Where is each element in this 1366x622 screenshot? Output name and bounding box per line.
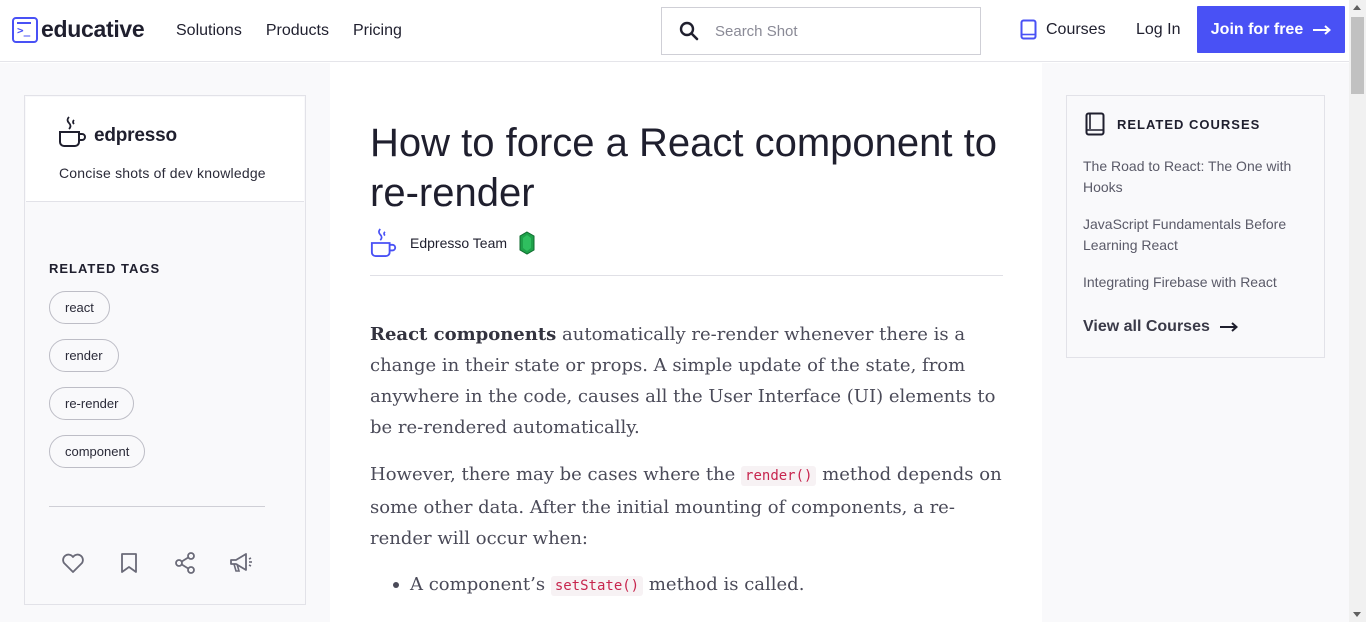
search-input[interactable] — [715, 22, 955, 40]
sidebar-divider — [49, 506, 265, 507]
scroll-up-arrow-icon[interactable] — [1353, 5, 1361, 10]
edpresso-tagline: Concise shots of dev knowledge — [59, 165, 266, 181]
bookmark-icon[interactable] — [120, 552, 138, 574]
related-courses-heading: RELATED COURSES — [1117, 116, 1261, 132]
author-avatar-coffee-icon — [370, 228, 397, 257]
search-box[interactable] — [661, 7, 981, 55]
coffee-cup-icon — [59, 116, 86, 147]
bold-term: React components — [370, 324, 557, 345]
tag-render[interactable]: render — [49, 339, 119, 372]
nav-products[interactable]: Products — [266, 22, 329, 40]
related-course-link[interactable]: Integrating Firebase with React — [1083, 272, 1308, 293]
author-name[interactable]: Edpresso Team — [410, 235, 507, 251]
login-link[interactable]: Log In — [1136, 21, 1180, 39]
scroll-down-arrow-icon[interactable] — [1353, 612, 1361, 617]
related-course-link[interactable]: JavaScript Fundamentals Before Learning … — [1083, 214, 1308, 256]
view-all-label: View all Courses — [1083, 318, 1210, 335]
top-header: educative Solutions Products Pricing Cou… — [0, 0, 1349, 62]
nav-pricing[interactable]: Pricing — [353, 22, 402, 40]
inline-code-render: render() — [741, 466, 817, 486]
related-courses-header: RELATED COURSES — [1085, 112, 1260, 136]
related-courses-card: RELATED COURSES The Road to React: The O… — [1066, 95, 1325, 358]
main-nav: Solutions Products Pricing — [176, 22, 402, 40]
tag-component[interactable]: component — [49, 435, 146, 468]
paragraph-2-text-before: However, there may be cases where the — [370, 464, 742, 485]
search-icon — [679, 21, 699, 41]
courses-link[interactable]: Courses — [1020, 19, 1106, 40]
edpresso-sidebar: edpresso Concise shots of dev knowledge … — [24, 95, 306, 605]
book-icon — [1085, 112, 1105, 136]
logo-text: educative — [41, 16, 145, 42]
bullet-dot — [393, 582, 399, 588]
educative-logo-icon — [12, 16, 38, 43]
arrow-right-icon — [1313, 24, 1332, 35]
bullet-text-after: method is called. — [643, 574, 805, 595]
scroll-thumb[interactable] — [1351, 17, 1364, 94]
edpresso-brand-name: edpresso — [94, 125, 177, 146]
nav-solutions[interactable]: Solutions — [176, 22, 242, 40]
join-for-free-button[interactable]: Join for free — [1197, 6, 1345, 53]
view-all-courses-link[interactable]: View all Courses — [1083, 318, 1238, 336]
book-icon — [1020, 19, 1037, 40]
page-scrollbar[interactable] — [1349, 0, 1366, 622]
tag-re-render[interactable]: re-render — [49, 387, 135, 420]
tag-react[interactable]: react — [49, 291, 110, 324]
arrow-right-icon — [1219, 322, 1238, 332]
related-tags-heading: RELATED TAGS — [49, 261, 161, 276]
article-title: How to force a React component to re-ren… — [370, 121, 997, 215]
heart-icon[interactable] — [61, 552, 85, 574]
megaphone-icon[interactable] — [229, 552, 253, 574]
share-icon[interactable] — [174, 552, 196, 574]
article-divider — [370, 275, 1003, 276]
related-course-link[interactable]: The Road to React: The One with Hooks — [1083, 156, 1308, 198]
inline-code-setstate: setState() — [550, 576, 644, 596]
gem-badge-icon — [519, 231, 535, 255]
article-paragraph-2: However, there may be cases where the re… — [370, 459, 1010, 554]
edpresso-brand-box[interactable]: edpresso Concise shots of dev knowledge — [26, 97, 304, 202]
join-label: Join for free — [1210, 20, 1304, 38]
courses-label: Courses — [1046, 20, 1106, 38]
author-row: Edpresso Team — [370, 227, 535, 259]
article-paragraph-1: React components automatically re-render… — [370, 319, 1010, 443]
bullet-text-before: A component’s — [410, 574, 551, 595]
educative-logo[interactable]: educative — [12, 16, 145, 43]
